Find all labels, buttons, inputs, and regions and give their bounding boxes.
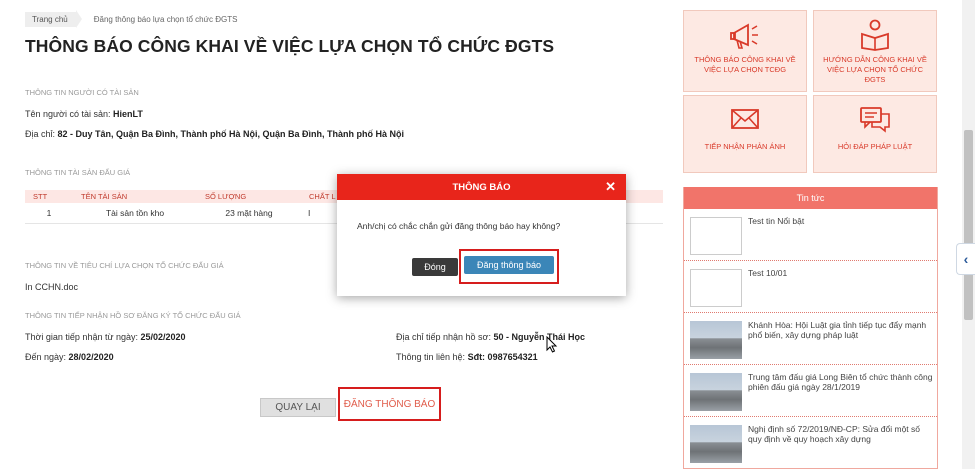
receipt-contact-value: Sđt: 0987654321: [467, 352, 538, 362]
chat-bubbles-icon: [860, 107, 890, 133]
owner-section-label: THÔNG TIN NGƯỜI CÓ TÀI SẢN: [25, 88, 139, 97]
owner-name-value: HienLT: [113, 109, 143, 119]
owner-name: Tên người có tài sản: HienLT: [25, 109, 143, 119]
receipt-contact: Thông tin liên hệ: Sđt: 0987654321: [396, 352, 538, 362]
owner-address: Địa chỉ: 82 - Duy Tân, Quận Ba Đình, Thà…: [25, 129, 404, 139]
list-item[interactable]: Khánh Hòa: Hội Luật gia tỉnh tiếp tục đẩ…: [684, 313, 937, 365]
envelope-icon: [731, 109, 759, 129]
news-title[interactable]: Test tin Nổi bật: [748, 216, 933, 226]
news-title[interactable]: Nghị định số 72/2019/NĐ-CP: Sửa đổi một …: [748, 424, 933, 444]
tile-guide-label: HƯỚNG DẪN CÔNG KHAI VỀ VIỆC LỰA CHỌN TỔ …: [823, 55, 927, 84]
tile-public-notice[interactable]: THÔNG BÁO CÔNG KHAI VỀ VIỆC LỰA CHỌN TCĐ…: [683, 10, 807, 92]
person-reading-icon: [861, 19, 889, 51]
cell-stt: 1: [25, 203, 73, 224]
receipt-to-label: Đến ngày:: [25, 352, 67, 362]
cell-quantity: 23 mặt hàng: [197, 203, 301, 224]
publish-button[interactable]: ĐĂNG THÔNG BÁO: [338, 387, 441, 421]
receipt-section-label: THÔNG TIN TIẾP NHẬN HỒ SƠ ĐĂNG KÝ TỔ CHỨ…: [25, 311, 241, 320]
receipt-address-label: Địa chỉ tiếp nhận hồ sơ:: [396, 332, 491, 342]
chevron-left-icon: ‹: [963, 251, 969, 267]
scrollbar-thumb[interactable]: [964, 130, 973, 320]
tile-guide[interactable]: HƯỚNG DẪN CÔNG KHAI VỀ VIỆC LỰA CHỌN TỔ …: [813, 10, 937, 92]
tile-feedback-label: TIẾP NHẬN PHẢN ÁNH: [704, 142, 786, 151]
news-title[interactable]: Trung tâm đấu giá Long Biên tổ chức thàn…: [748, 372, 933, 392]
dialog-cancel-button[interactable]: Đóng: [412, 258, 458, 276]
receipt-address-value: 50 - Nguyễn Thái Học: [493, 332, 586, 342]
confirm-highlight: Đăng thông báo: [459, 249, 559, 284]
breadcrumb-home-link[interactable]: Trang chủ: [25, 11, 76, 27]
receipt-from-value: 25/02/2020: [140, 332, 186, 342]
news-thumbnail: [690, 217, 742, 255]
breadcrumb-current: Đăng thông báo lựa chọn tổ chức ĐGTS: [93, 14, 238, 24]
news-thumbnail: [690, 425, 742, 463]
collapse-panel-button[interactable]: ‹: [956, 243, 975, 275]
receipt-to: Đến ngày: 28/02/2020: [25, 352, 114, 362]
news-header: Tin tức: [684, 187, 937, 209]
page-title: THÔNG BÁO CÔNG KHAI VỀ VIỆC LỰA CHỌN TỔ …: [25, 36, 555, 56]
receipt-from: Thời gian tiếp nhận từ ngày: 25/02/2020: [25, 332, 186, 342]
dialog-header: THÔNG BÁO ✕: [337, 174, 626, 200]
tile-feedback[interactable]: TIẾP NHẬN PHẢN ÁNH: [683, 95, 807, 173]
list-item[interactable]: Test tin Nổi bật: [684, 209, 937, 261]
owner-address-value: 82 - Duy Tân, Quận Ba Đình, Thành phố Hà…: [57, 129, 405, 139]
owner-name-label: Tên người có tài sản:: [25, 109, 111, 119]
news-thumbnail: [690, 373, 742, 411]
col-quantity: SỐ LƯỢNG: [197, 190, 301, 203]
news-thumbnail: [690, 269, 742, 307]
dialog-confirm-button[interactable]: Đăng thông báo: [464, 256, 554, 274]
list-item[interactable]: Test 10/01: [684, 261, 937, 313]
list-item[interactable]: Trung tâm đấu giá Long Biên tổ chức thàn…: [684, 365, 937, 417]
col-asset-name: TÊN TÀI SẢN: [73, 190, 197, 203]
news-panel: Tin tức Test tin Nổi bật Test 10/01 Khán…: [683, 187, 938, 469]
tile-public-notice-label: THÔNG BÁO CÔNG KHAI VỀ VIỆC LỰA CHỌN TCĐ…: [694, 55, 796, 74]
list-item[interactable]: Nghị định số 72/2019/NĐ-CP: Sửa đổi một …: [684, 417, 937, 469]
confirm-dialog: THÔNG BÁO ✕ Anh/chị có chắc chắn gửi đăn…: [337, 174, 626, 296]
criteria-section-label: THÔNG TIN VỀ TIÊU CHÍ LỰA CHỌN TỔ CHỨC Đ…: [25, 261, 224, 270]
dialog-title: THÔNG BÁO: [452, 181, 511, 193]
close-icon[interactable]: ✕: [605, 179, 616, 195]
page-scrollbar[interactable]: [962, 0, 975, 469]
dialog-message: Anh/chị có chắc chắn gửi đăng thông báo …: [357, 221, 561, 231]
receipt-to-value: 28/02/2020: [68, 352, 114, 362]
col-stt: STT: [25, 190, 73, 203]
cell-asset-name: Tài sản tồn kho: [73, 203, 197, 224]
breadcrumb: Trang chủ Đăng thông báo lựa chọn tổ chứ…: [25, 10, 237, 28]
megaphone-icon: [730, 23, 758, 49]
receipt-contact-label: Thông tin liên hệ:: [396, 352, 466, 362]
owner-address-label: Địa chỉ:: [25, 129, 56, 139]
mouse-cursor-icon: [546, 336, 558, 353]
tile-legal-qa-label: HỎI ĐÁP PHÁP LUẬT: [837, 142, 913, 151]
tile-legal-qa[interactable]: HỎI ĐÁP PHÁP LUẬT: [813, 95, 937, 173]
receipt-from-label: Thời gian tiếp nhận từ ngày:: [25, 332, 138, 342]
asset-section-label: THÔNG TIN TÀI SẢN ĐẤU GIÁ: [25, 168, 131, 177]
news-title[interactable]: Khánh Hòa: Hội Luật gia tỉnh tiếp tục đẩ…: [748, 320, 933, 340]
back-button[interactable]: QUAY LẠI: [260, 398, 336, 417]
page: Trang chủ Đăng thông báo lựa chọn tổ chứ…: [0, 0, 975, 469]
news-title[interactable]: Test 10/01: [748, 268, 933, 278]
criteria-file-link[interactable]: In CCHN.doc: [25, 282, 78, 292]
news-thumbnail: [690, 321, 742, 359]
